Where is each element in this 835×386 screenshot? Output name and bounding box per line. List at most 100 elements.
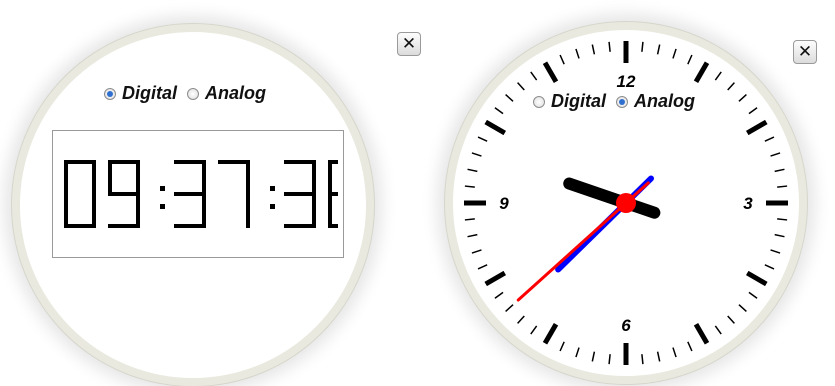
minute-tick: [505, 94, 514, 102]
digit-segment: [284, 160, 316, 164]
digit-segment: [312, 160, 316, 194]
minute-tick: [517, 82, 525, 91]
minute-tick: [770, 249, 781, 254]
minute-tick: [471, 152, 482, 157]
digit-segment: [202, 160, 206, 194]
minute-tick: [467, 168, 478, 173]
minute-tick: [530, 71, 538, 81]
minute-tick: [559, 54, 565, 65]
digital-radio-label: Digital: [122, 83, 178, 103]
digit-segment: [108, 160, 112, 194]
hour-tick: [542, 322, 559, 345]
digit-segment: [246, 160, 250, 194]
minute-tick: [494, 107, 504, 115]
minute-tick: [774, 233, 785, 238]
minute-tick: [641, 354, 644, 365]
digital-radio-option[interactable]: Digital: [104, 83, 177, 104]
colon-dot: [160, 186, 165, 191]
digit-segment: [92, 194, 96, 228]
digital-radio-label: Digital: [551, 91, 607, 111]
minute-tick: [530, 325, 538, 335]
dial-number: 6: [621, 316, 631, 335]
digit-segment: [284, 224, 316, 228]
hour-tick: [745, 119, 768, 136]
digital-radio-option[interactable]: Digital: [533, 91, 606, 112]
digit-segment: [64, 160, 96, 164]
digital-display: [52, 130, 344, 258]
minute-tick: [608, 41, 611, 52]
analog-radio-label: Analog: [205, 83, 267, 103]
digit-segment: [312, 194, 316, 228]
minute-tick: [727, 82, 735, 91]
minute-tick: [777, 185, 788, 188]
analog-radio-option[interactable]: Analog: [616, 91, 695, 112]
dial-number: 3: [743, 194, 753, 213]
digit-segment: [328, 160, 332, 194]
minute-tick: [738, 304, 747, 312]
dial-number: 9: [499, 194, 509, 213]
analog-dial: 12 3 6 9: [464, 41, 788, 365]
minute-tick: [764, 264, 775, 270]
minute-tick: [714, 71, 722, 81]
minute-tick: [687, 54, 693, 65]
digit-segment: [284, 192, 316, 196]
minute-tick: [467, 233, 478, 238]
colon-dot: [270, 204, 275, 209]
minute-tick: [748, 291, 758, 299]
digit-segment: [108, 224, 140, 228]
minute-tick: [774, 168, 785, 173]
digital-radio-button[interactable]: [533, 95, 545, 108]
hour-tick: [745, 270, 768, 287]
minute-tick: [471, 249, 482, 254]
digit-segment: [64, 224, 96, 228]
hour-tick: [693, 61, 710, 84]
minute-tick: [477, 136, 488, 142]
analog-radio-button[interactable]: [187, 87, 200, 100]
mode-selector: Digital Analog: [533, 91, 695, 112]
digit-segment: [202, 194, 206, 228]
minute-tick: [687, 341, 693, 352]
colon-dot: [270, 186, 275, 191]
seven-segment-time: [64, 160, 338, 228]
minute-tick: [464, 218, 475, 221]
digit-segment: [174, 192, 206, 196]
digit-segment: [218, 160, 250, 164]
colon-dot: [160, 204, 165, 209]
digital-radio-button[interactable]: [104, 87, 116, 100]
minute-tick: [764, 136, 775, 142]
digit-segment: [328, 192, 338, 196]
minute-tick: [672, 347, 677, 358]
minute-tick: [738, 94, 747, 102]
close-button[interactable]: ✕: [793, 40, 817, 64]
hour-tick: [484, 270, 507, 287]
minute-tick: [575, 347, 580, 358]
digit-segment: [246, 194, 250, 228]
digit-segment: [328, 194, 332, 228]
digit-segment: [64, 194, 68, 228]
minute-tick: [727, 315, 735, 324]
mode-selector: Digital Analog: [104, 83, 266, 104]
minute-tick: [656, 44, 661, 55]
minute-tick: [770, 152, 781, 157]
minute-tick: [591, 351, 596, 362]
analog-radio-button[interactable]: [616, 95, 629, 108]
minute-tick: [656, 351, 661, 362]
minute-tick: [641, 41, 644, 52]
minute-tick: [591, 44, 596, 55]
analog-clock-widget: 12 3 6 9 Digital Analog ✕: [415, 0, 835, 384]
hour-tick: [693, 322, 710, 345]
minute-tick: [559, 341, 565, 352]
digital-clock-widget: Digital Analog ✕: [0, 0, 421, 386]
analog-radio-label: Analog: [634, 91, 696, 111]
digit-segment: [174, 224, 206, 228]
digit-segment: [174, 160, 206, 164]
hour-tick: [484, 119, 507, 136]
digit-segment: [136, 194, 140, 228]
minute-tick: [505, 304, 514, 312]
digit-segment: [108, 160, 140, 164]
minute-tick: [777, 218, 788, 221]
digit-segment: [108, 192, 140, 196]
digit-segment: [64, 160, 68, 194]
hour-tick: [542, 61, 559, 84]
analog-radio-option[interactable]: Analog: [187, 83, 266, 104]
